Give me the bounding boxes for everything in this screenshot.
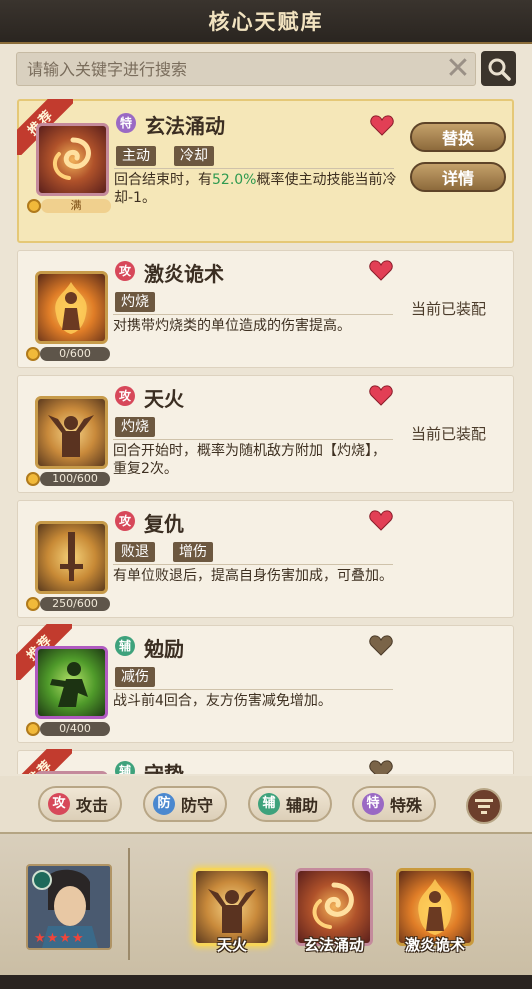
equipped-status: 当前已装配 (411, 425, 487, 443)
attack-badge-icon: 攻 (48, 793, 70, 815)
page-title: 核心天赋库 (208, 10, 324, 34)
talent-card[interactable]: 250/600 攻 复仇 败退 增伤 有单位败退后，提高自身伤害加成，可叠加。 (17, 500, 514, 618)
divider (113, 314, 393, 315)
divider (113, 689, 393, 690)
talent-card[interactable]: 推荐 辅 守势 (16, 749, 514, 774)
talent-name: 天火 (144, 387, 184, 411)
panel-divider (128, 848, 130, 960)
type-badge: 攻 (115, 511, 135, 531)
slot-label: 激炎诡术 (404, 936, 465, 954)
talent-card[interactable]: 100/600 攻 天火 灼烧 回合开始时，概率为随机敌方附加【灼烧】，重复2次… (17, 375, 514, 493)
tag: 减伤 (115, 667, 155, 687)
fire-arms-icon (35, 396, 108, 469)
talent-name: 守势 (144, 762, 184, 774)
progress-bar: 0/400 (40, 722, 110, 736)
talent-card[interactable]: 0/600 攻 激炎诡术 灼烧 对携带灼烧类的单位造成的伤害提高。 当前已装配 (17, 250, 514, 368)
sword-icon (35, 521, 108, 594)
tag: 败退 (115, 542, 155, 562)
progress-bar: 100/600 (40, 472, 110, 486)
flame-figure-icon (35, 271, 108, 344)
swirl-icon (312, 882, 354, 929)
divider (113, 564, 393, 565)
coin-icon (26, 347, 40, 361)
talent-name: 复仇 (144, 512, 184, 536)
favorite-heart-icon[interactable] (369, 509, 393, 531)
type-badge: 辅 (115, 636, 135, 656)
coin-icon (27, 199, 41, 213)
filter-label: 防守 (181, 796, 214, 815)
favorite-heart-icon[interactable] (369, 259, 393, 281)
filter-bar: 攻 攻击 防 防守 辅 辅助 特 特殊 (0, 776, 532, 832)
type-badge: 攻 (115, 386, 135, 406)
defend-badge-icon: 防 (153, 793, 175, 815)
filter-defend[interactable]: 防 防守 (143, 786, 228, 822)
detail-button[interactable]: 详情 (410, 162, 506, 192)
favorite-heart-icon[interactable] (369, 634, 393, 656)
green-warrior-icon (35, 646, 108, 719)
talent-card-selected[interactable]: 推荐 满 特 玄法涌动 主动 冷却 回合结束时，有52.0%概率使主动技能当前冷… (17, 99, 514, 243)
tag: 灼烧 (115, 417, 155, 437)
hero-portrait[interactable]: ★★★★ (26, 864, 112, 950)
favorite-heart-icon[interactable] (369, 759, 393, 774)
progress-bar: 满 (41, 199, 111, 213)
special-badge-icon: 特 (362, 793, 384, 815)
type-badge: 特 (116, 113, 136, 133)
sort-button[interactable] (466, 788, 502, 824)
talent-icon (35, 771, 108, 774)
talent-library-screen: 核心天赋库 ✕ 推荐 满 特 玄法涌动 主动 冷却 回合结束时，有52.0%概率… (0, 0, 532, 989)
talent-description: 对携带灼烧类的单位造成的伤害提高。 (113, 318, 351, 334)
search-input[interactable] (17, 53, 441, 85)
favorite-heart-icon[interactable] (370, 114, 394, 136)
slot-label: 天火 (216, 936, 247, 954)
hero-stars: ★★★★ (34, 931, 85, 946)
search-icon (488, 58, 511, 81)
fire-arms-icon (208, 889, 256, 933)
talent-list[interactable]: 推荐 满 特 玄法涌动 主动 冷却 回合结束时，有52.0%概率使主动技能当前冷… (0, 96, 532, 774)
talent-description: 战斗前4回合，友方伤害减免增加。 (113, 693, 332, 709)
flame-figure-icon (418, 879, 452, 935)
search-box: ✕ (16, 52, 476, 86)
type-badge: 攻 (115, 261, 135, 281)
talent-name: 玄法涌动 (145, 114, 225, 138)
filter-special[interactable]: 特 特殊 (352, 786, 437, 822)
coin-icon (26, 597, 40, 611)
progress-bar: 250/600 (40, 597, 110, 611)
tag: 主动 (116, 146, 156, 166)
header-bar: 核心天赋库 (0, 0, 532, 44)
equipped-status: 当前已装配 (411, 300, 487, 318)
sort-icon (475, 799, 493, 814)
filter-attack[interactable]: 攻 攻击 (38, 786, 123, 822)
swirl-icon (36, 123, 109, 196)
filter-assist[interactable]: 辅 辅助 (248, 786, 333, 822)
divider (113, 439, 393, 440)
talent-card[interactable]: 推荐 0/400 辅 勉励 减伤 战斗前4回合，友方伤害减免增加。 (16, 624, 514, 743)
divider (114, 168, 394, 169)
talent-description: 回合结束时，有52.0%概率使主动技能当前冷却-1。 (114, 172, 397, 206)
tag: 冷却 (174, 146, 214, 166)
coin-icon (26, 472, 40, 486)
replace-button[interactable]: 替换 (410, 122, 506, 152)
filter-label: 攻击 (76, 796, 109, 815)
slot-label: 玄法涌动 (303, 936, 364, 954)
coin-icon (26, 722, 40, 736)
tag: 灼烧 (115, 292, 155, 312)
tag: 增伤 (173, 542, 213, 562)
bottom-bar (0, 975, 532, 989)
talent-name: 勉励 (144, 637, 184, 661)
favorite-heart-icon[interactable] (369, 384, 393, 406)
talent-description: 回合开始时，概率为随机敌方附加【灼烧】，重复2次。 (113, 443, 386, 477)
talent-description: 有单位败退后，提高自身伤害加成，可叠加。 (113, 568, 393, 584)
search-button[interactable] (481, 51, 516, 86)
filter-label: 特殊 (390, 796, 423, 815)
talent-name: 激炎诡术 (144, 262, 224, 286)
equipped-panel: ★★★★ 天火 玄法涌动 激炎诡术 (0, 832, 532, 989)
assist-badge-icon: 辅 (258, 793, 280, 815)
clear-icon[interactable]: ✕ (441, 52, 475, 86)
filter-label: 辅助 (286, 796, 319, 815)
progress-bar: 0/600 (40, 347, 110, 361)
type-badge: 辅 (115, 761, 135, 774)
